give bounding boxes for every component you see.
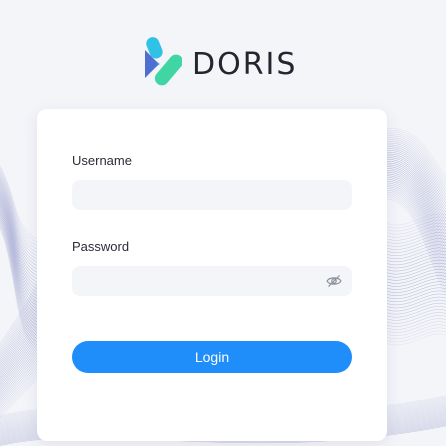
password-input[interactable] [72,266,352,296]
eye-slash-icon[interactable] [326,274,342,288]
username-input[interactable] [72,180,352,210]
login-card: Username Password Login [37,109,387,441]
login-button[interactable]: Login [72,341,352,373]
brand-logo: DORIS [140,36,297,92]
username-label: Username [72,153,132,168]
password-label: Password [72,239,130,254]
brand-name: DORIS [192,46,298,82]
doris-logo-icon [145,37,182,86]
